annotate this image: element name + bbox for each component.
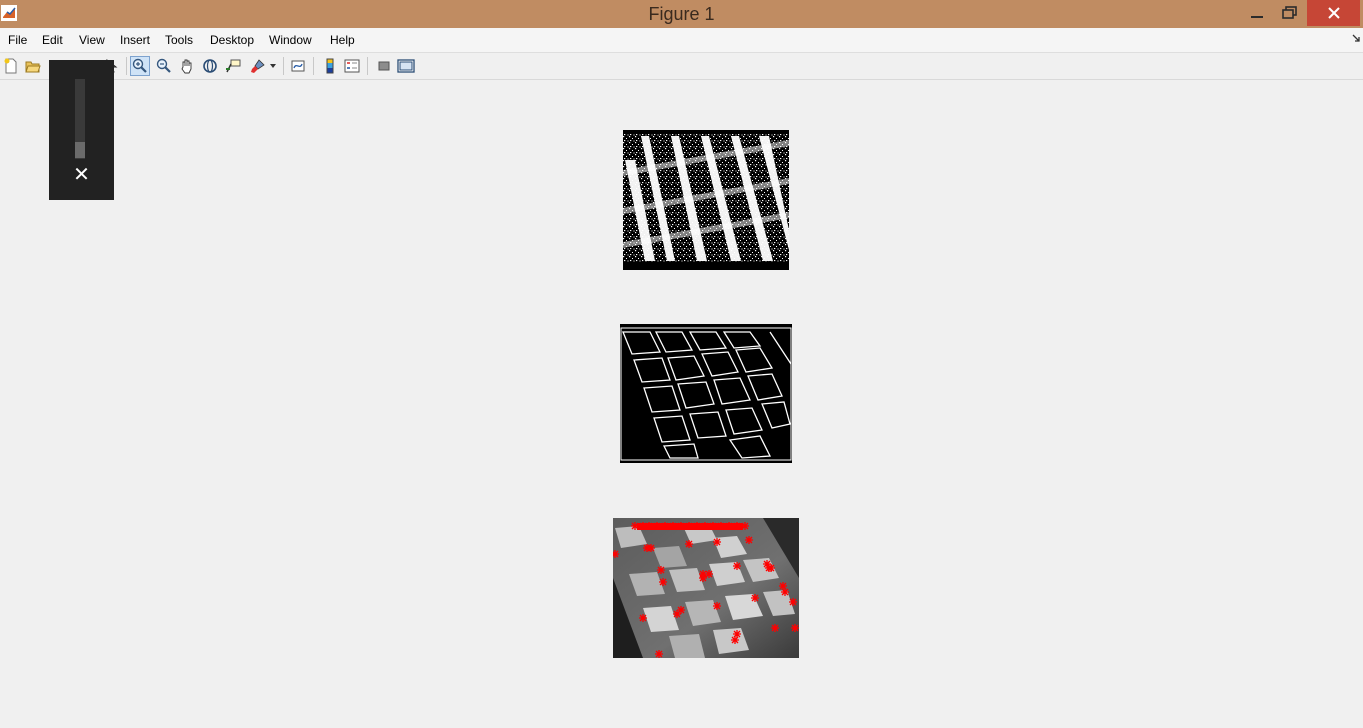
menu-insert[interactable]: Insert <box>120 33 150 47</box>
menu-window[interactable]: Window <box>269 33 312 47</box>
corner-marker <box>745 536 753 544</box>
link-plot-icon <box>291 60 305 72</box>
corner-marker <box>647 544 655 552</box>
corner-marker <box>771 624 779 632</box>
toolbar-separator <box>283 57 284 75</box>
corner-marker <box>767 564 775 572</box>
toolbar-separator <box>126 57 127 75</box>
close-icon <box>1327 7 1340 19</box>
insert-legend-icon <box>344 59 360 73</box>
menu-bar: File Edit View Insert Tools Desktop Wind… <box>0 28 1363 53</box>
rotate-3d-icon <box>203 59 217 73</box>
zoom-out-icon <box>156 58 171 73</box>
data-cursor-icon <box>226 59 241 73</box>
zoom-out-button[interactable] <box>154 56 174 76</box>
menu-file[interactable]: File <box>8 33 27 47</box>
hide-plot-tools-icon <box>378 61 390 71</box>
corner-marker <box>713 538 721 546</box>
show-plot-tools-button[interactable] <box>396 56 416 76</box>
rotate-3d-button[interactable] <box>200 56 220 76</box>
insert-colorbar-button[interactable] <box>320 56 340 76</box>
corner-marker <box>791 624 799 632</box>
window-title: Figure 1 <box>648 4 715 24</box>
figure-toolbar <box>0 53 1363 80</box>
corner-marker <box>655 650 663 658</box>
pan-icon <box>181 59 192 74</box>
corner-marker <box>733 562 741 570</box>
corner-marker <box>705 570 713 578</box>
edge-detection-image[interactable] <box>620 324 792 463</box>
corner-marker <box>685 540 693 548</box>
corner-detection-graphic <box>613 518 799 658</box>
open-file-icon <box>25 61 41 73</box>
overlay-scroll-thumb[interactable] <box>75 142 85 158</box>
toolbar-separator <box>367 57 368 75</box>
data-cursor-button[interactable] <box>223 56 243 76</box>
binary-threshold-image[interactable] <box>623 130 789 270</box>
brush-button[interactable] <box>248 56 268 76</box>
maximize-button[interactable] <box>1274 0 1306 26</box>
menu-edit[interactable]: Edit <box>42 33 63 47</box>
dock-figure-icon[interactable] <box>1352 34 1361 43</box>
new-figure-icon <box>4 58 17 74</box>
overlay-close-button[interactable]: ✕ <box>49 163 114 187</box>
menu-help[interactable]: Help <box>330 33 355 47</box>
link-plot-button[interactable] <box>288 56 308 76</box>
open-file-button[interactable] <box>23 56 43 76</box>
corner-marker <box>781 588 789 596</box>
corner-marker <box>751 594 759 602</box>
floating-control-panel: ✕ <box>49 60 114 200</box>
restore-icon <box>1282 6 1297 19</box>
corner-detection-image[interactable] <box>613 518 799 658</box>
hide-plot-tools-button[interactable] <box>374 56 394 76</box>
chevron-down-icon <box>270 64 276 68</box>
toolbar-separator <box>313 57 314 75</box>
corner-marker <box>659 578 667 586</box>
corner-marker <box>713 602 721 610</box>
pan-button[interactable] <box>177 56 197 76</box>
minimize-icon <box>1251 16 1263 18</box>
edge-detection-graphic <box>620 324 792 463</box>
corner-marker <box>731 636 739 644</box>
title-bar[interactable]: Figure 1 <box>0 0 1363 28</box>
minimize-button[interactable] <box>1240 0 1274 26</box>
binary-threshold-graphic <box>623 130 789 270</box>
corner-marker-cluster <box>637 523 743 530</box>
corner-marker <box>699 574 707 582</box>
corner-marker <box>639 614 647 622</box>
insert-legend-button[interactable] <box>342 56 362 76</box>
zoom-in-icon <box>132 58 147 73</box>
zoom-in-button[interactable] <box>130 56 150 76</box>
brush-dropdown-button[interactable] <box>268 56 278 76</box>
new-figure-button[interactable] <box>1 56 21 76</box>
corner-marker <box>733 630 741 638</box>
menu-tools[interactable]: Tools <box>165 33 193 47</box>
show-plot-tools-icon <box>397 59 415 73</box>
insert-colorbar-icon <box>326 58 334 74</box>
corner-marker <box>657 566 665 574</box>
corner-marker <box>673 610 681 618</box>
menu-desktop[interactable]: Desktop <box>210 33 254 47</box>
close-window-button[interactable] <box>1307 0 1360 26</box>
corner-marker <box>779 582 787 590</box>
corner-marker <box>789 598 797 606</box>
menu-view[interactable]: View <box>79 33 105 47</box>
brush-icon <box>251 59 265 73</box>
